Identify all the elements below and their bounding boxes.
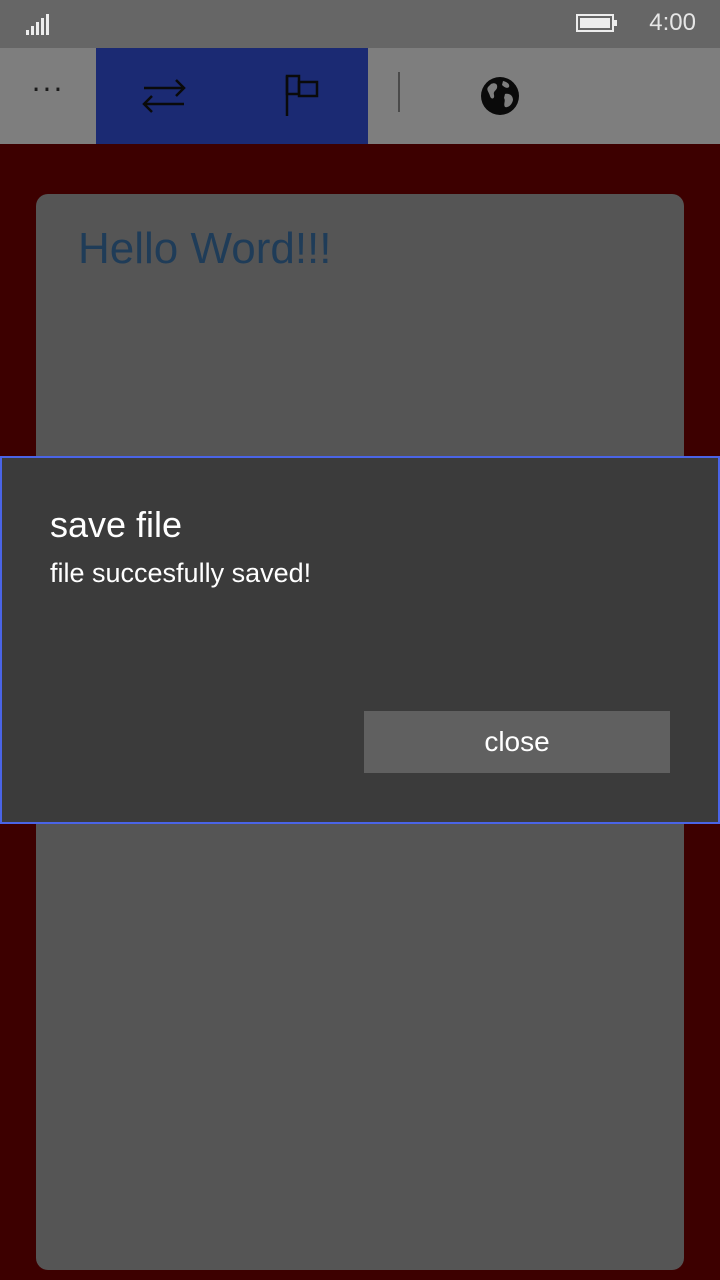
more-button[interactable]: ··· [0, 48, 96, 144]
app-bar: ··· [0, 48, 720, 144]
swap-arrows-icon [142, 79, 186, 113]
battery-icon [576, 14, 617, 32]
app-bar-separator [398, 72, 400, 112]
flag-icon [285, 74, 319, 116]
dialog-title: save file [50, 504, 183, 545]
document-text: Hello Word!!! [78, 224, 332, 273]
close-button[interactable]: close [364, 711, 670, 773]
swap-button[interactable] [116, 48, 212, 144]
signal-strength-icon [26, 13, 56, 35]
flag-button[interactable] [253, 48, 349, 144]
save-file-dialog: save file file succesfully saved! close [0, 456, 720, 824]
dialog-message: file succesfully saved! [50, 558, 312, 588]
status-time: 4:00 [649, 9, 696, 36]
status-bar: 4:00 [0, 0, 720, 48]
globe-icon [481, 77, 519, 115]
globe-button[interactable] [452, 48, 548, 144]
